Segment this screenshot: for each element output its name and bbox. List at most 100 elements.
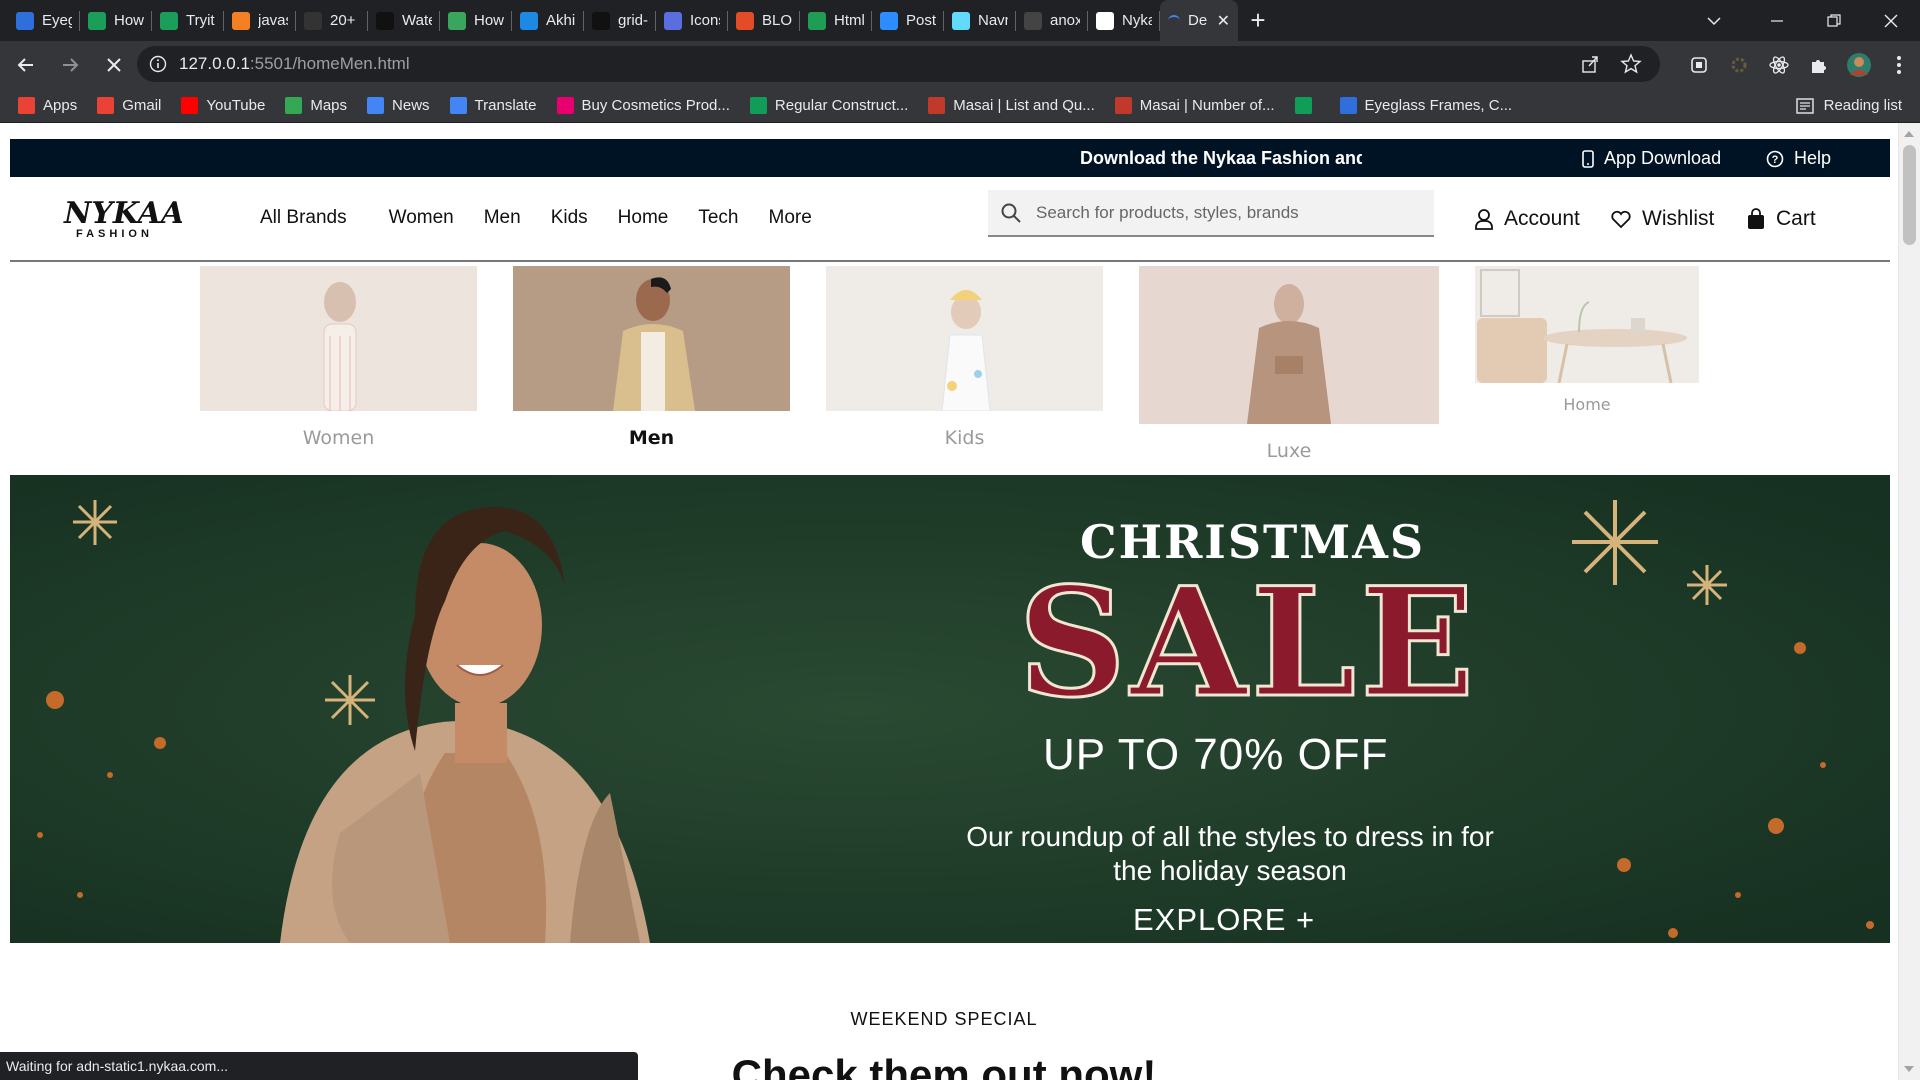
page-scrollbar[interactable] (1898, 123, 1920, 1080)
help-label: Help (1794, 148, 1832, 168)
nav-home[interactable]: Home (618, 207, 669, 229)
category-men[interactable]: Men (513, 266, 790, 449)
browser-tab[interactable]: De ✕ (1160, 0, 1238, 41)
browser-tab[interactable]: Nykaa (1088, 0, 1160, 41)
bookmark-item[interactable]: Maps (285, 96, 347, 114)
bookmark-label: Buy Cosmetics Prod... (581, 96, 730, 114)
category-home[interactable]: Home (1475, 266, 1699, 414)
banner-offer: UP TO 70% OFF (1043, 730, 1389, 779)
category-luxe[interactable]: Luxe (1139, 266, 1439, 462)
url-host: 127.0.0.1 (179, 54, 250, 73)
cart-link[interactable]: Cart (1746, 207, 1816, 231)
browser-menu-icon[interactable] (1886, 52, 1912, 78)
nav-more[interactable]: More (769, 207, 812, 229)
reading-list-button[interactable]: Reading list (1795, 88, 1902, 123)
browser-tab[interactable]: Tryit E (152, 0, 224, 41)
snowflake-icon (73, 500, 117, 545)
nykaa-fashion-logo[interactable]: NYKAA FASHION (62, 195, 182, 241)
app-download-link[interactable]: App Download (1582, 148, 1721, 169)
browser-tab[interactable]: grid-t (584, 0, 656, 41)
browser-tab[interactable]: Html5 (800, 0, 872, 41)
browser-tab-label: Post A (906, 12, 936, 29)
bookmark-item[interactable] (1294, 96, 1320, 114)
bookmark-item[interactable]: Masai | Number of... (1114, 96, 1275, 114)
nav-women[interactable]: Women (389, 207, 454, 229)
christmas-sale-banner[interactable]: CHRISTMAS SALE UP TO 70% OFF Our roundup… (10, 475, 1890, 943)
w-favicon (88, 11, 106, 30)
browser-tab[interactable]: How T (80, 0, 152, 41)
browser-tab-label: How T (114, 12, 144, 29)
browser-tab[interactable]: javasc (224, 0, 296, 41)
extensions-puzzle-icon[interactable] (1806, 52, 1832, 78)
snowflake-icon (1687, 565, 1727, 605)
minimize-button[interactable] (1770, 0, 1784, 41)
bookmark-item[interactable]: Buy Cosmetics Prod... (556, 96, 730, 114)
nav-tech[interactable]: Tech (698, 207, 738, 229)
phone-icon (1582, 149, 1594, 168)
bookmark-item[interactable]: Eyeglass Frames, C... (1339, 96, 1512, 114)
browser-tab[interactable]: Icons (656, 0, 728, 41)
cart-label: Cart (1776, 207, 1816, 230)
nav-kids[interactable]: Kids (551, 207, 588, 229)
tab-search-button[interactable] (1706, 0, 1722, 41)
browser-tab[interactable]: 20+ S (296, 0, 368, 41)
browser-tab[interactable]: Post A (872, 0, 944, 41)
browser-tab-label: 20+ S (330, 12, 360, 29)
browser-tab[interactable]: Water (368, 0, 440, 41)
logo-subtitle: FASHION (76, 228, 153, 240)
snowflake-icon (325, 675, 375, 725)
w-favicon (160, 11, 178, 30)
category-kids[interactable]: Kids (826, 266, 1103, 449)
browser-tab[interactable]: anoxc (1016, 0, 1088, 41)
close-icon (1884, 14, 1898, 27)
back-button[interactable] (8, 47, 44, 83)
extension-square-icon[interactable] (1686, 52, 1712, 78)
browser-tab[interactable]: BLOG (728, 0, 800, 41)
account-link[interactable]: Account (1474, 207, 1580, 231)
bookmark-item[interactable]: Apps (18, 96, 77, 114)
bookmark-item[interactable]: News (367, 96, 430, 114)
masai-icon (928, 96, 946, 114)
bookmark-item[interactable]: Translate (449, 96, 537, 114)
bookmark-item[interactable]: Gmail (97, 96, 161, 114)
close-tab-icon[interactable]: ✕ (1217, 11, 1230, 31)
browser-tab[interactable]: Akhil (512, 0, 584, 41)
browser-tab[interactable]: Eyegla (8, 0, 80, 41)
scroll-up-icon[interactable] (1904, 131, 1914, 137)
share-icon[interactable] (1580, 54, 1600, 79)
browser-tab-label: De (1188, 12, 1208, 29)
bookmark-item[interactable]: Regular Construct... (749, 96, 908, 114)
bookmark-item[interactable]: YouTube (181, 96, 265, 114)
nav-men[interactable]: Men (484, 207, 521, 229)
new-tab-button[interactable]: + (1238, 5, 1278, 36)
stop-loading-button[interactable] (96, 47, 132, 83)
scrollbar-thumb[interactable] (1903, 145, 1916, 245)
banner-explore-button[interactable]: EXPLORE + (1133, 902, 1315, 938)
restore-button[interactable] (1827, 0, 1841, 41)
category-women[interactable]: Women (200, 266, 477, 449)
nav-all-brands[interactable]: All Brands (260, 207, 347, 229)
icons-favicon (664, 11, 682, 30)
avatar[interactable] (1846, 52, 1872, 78)
address-bar[interactable]: 127.0.0.1:5501/homeMen.html (137, 46, 1660, 82)
extension-gear-icon[interactable] (1726, 52, 1752, 78)
browser-tab[interactable]: How t (440, 0, 512, 41)
bookmark-item[interactable]: Masai | List and Qu... (928, 96, 1095, 114)
search-input[interactable] (1036, 202, 1416, 223)
m-favicon (592, 11, 610, 30)
browser-tab-label: BLOG (762, 12, 792, 29)
help-link[interactable]: ? Help (1766, 148, 1831, 169)
scroll-down-icon[interactable] (1904, 1066, 1914, 1072)
eyeglass-favicon (16, 11, 34, 30)
browser-tab-strip: Eyegla How T Tryit E javasc 20+ S Water How t A… (0, 0, 1920, 41)
wishlist-link[interactable]: Wishlist (1610, 207, 1714, 231)
category-home-image (1475, 266, 1699, 384)
close-window-button[interactable] (1884, 0, 1898, 41)
bookmark-star-icon[interactable] (1620, 53, 1642, 80)
eyeglass-favicon (1339, 96, 1357, 114)
forward-button[interactable] (52, 47, 88, 83)
bookmark-label: Translate (474, 96, 537, 114)
react-devtools-icon[interactable] (1766, 52, 1792, 78)
announcement-bar: Download the Nykaa Fashion and g App Dow… (10, 139, 1890, 177)
browser-tab[interactable]: Navne (944, 0, 1016, 41)
